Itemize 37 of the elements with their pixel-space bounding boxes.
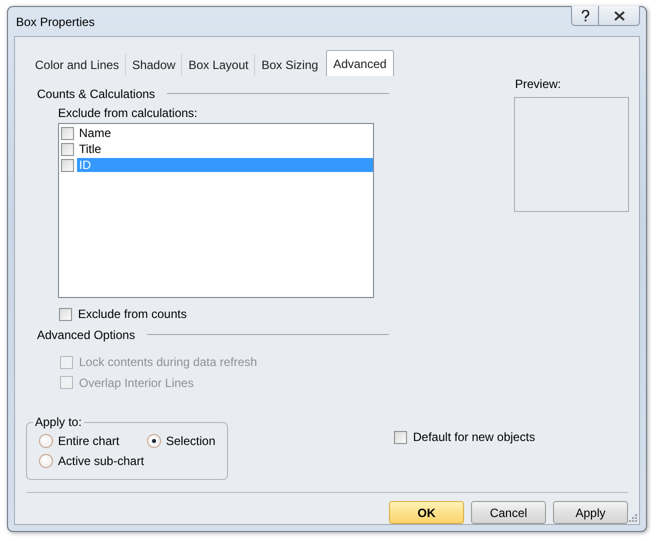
checkbox-label: Overlap Interior Lines	[78, 376, 195, 390]
resize-grip-icon[interactable]	[628, 513, 637, 522]
checkbox[interactable]	[61, 158, 74, 172]
list-label: Exclude from calculations:	[58, 106, 198, 121]
help-button[interactable]	[571, 6, 599, 26]
radio-button[interactable]	[147, 434, 161, 448]
help-icon	[580, 10, 590, 22]
dialog-button[interactable]: Cancel	[471, 501, 546, 524]
group-label: Apply to:	[33, 415, 84, 429]
dialog-button[interactable]: OK	[389, 501, 464, 524]
close-icon	[614, 10, 624, 20]
tab[interactable]: Advanced	[326, 50, 394, 76]
radio-label: Entire chart	[58, 434, 120, 448]
radio-label: Active sub-chart	[58, 454, 144, 468]
checkbox-label: Exclude from counts	[77, 307, 188, 321]
window-title: Box Properties	[16, 14, 95, 28]
tab[interactable]: Box Sizing	[255, 54, 324, 76]
checkbox-label: Lock contents during data refresh	[78, 355, 258, 369]
section-heading: Advanced Options	[37, 328, 136, 342]
checkbox-list[interactable]: Name Title ID	[58, 123, 374, 298]
close-button[interactable]	[599, 6, 640, 26]
checkbox-label: Default for new objects	[412, 430, 536, 444]
section-heading: Counts & Calculations	[37, 86, 156, 100]
checkbox[interactable]	[59, 308, 72, 320]
list-item[interactable]: Title	[77, 142, 104, 156]
checkbox[interactable]	[61, 142, 74, 156]
tab[interactable]: Shadow	[126, 54, 182, 76]
radio-button[interactable]	[39, 434, 53, 448]
checkbox[interactable]	[61, 126, 74, 140]
dialog-button[interactable]: Apply	[553, 501, 628, 524]
radio-button[interactable]	[39, 454, 53, 468]
list-item[interactable]: Name	[77, 126, 114, 140]
tab[interactable]: Color and Lines	[29, 54, 126, 76]
preview-label: Preview:	[515, 77, 562, 92]
checkbox[interactable]	[394, 430, 407, 444]
radio-label: Selection	[166, 434, 216, 448]
tab[interactable]: Box Layout	[182, 54, 256, 76]
